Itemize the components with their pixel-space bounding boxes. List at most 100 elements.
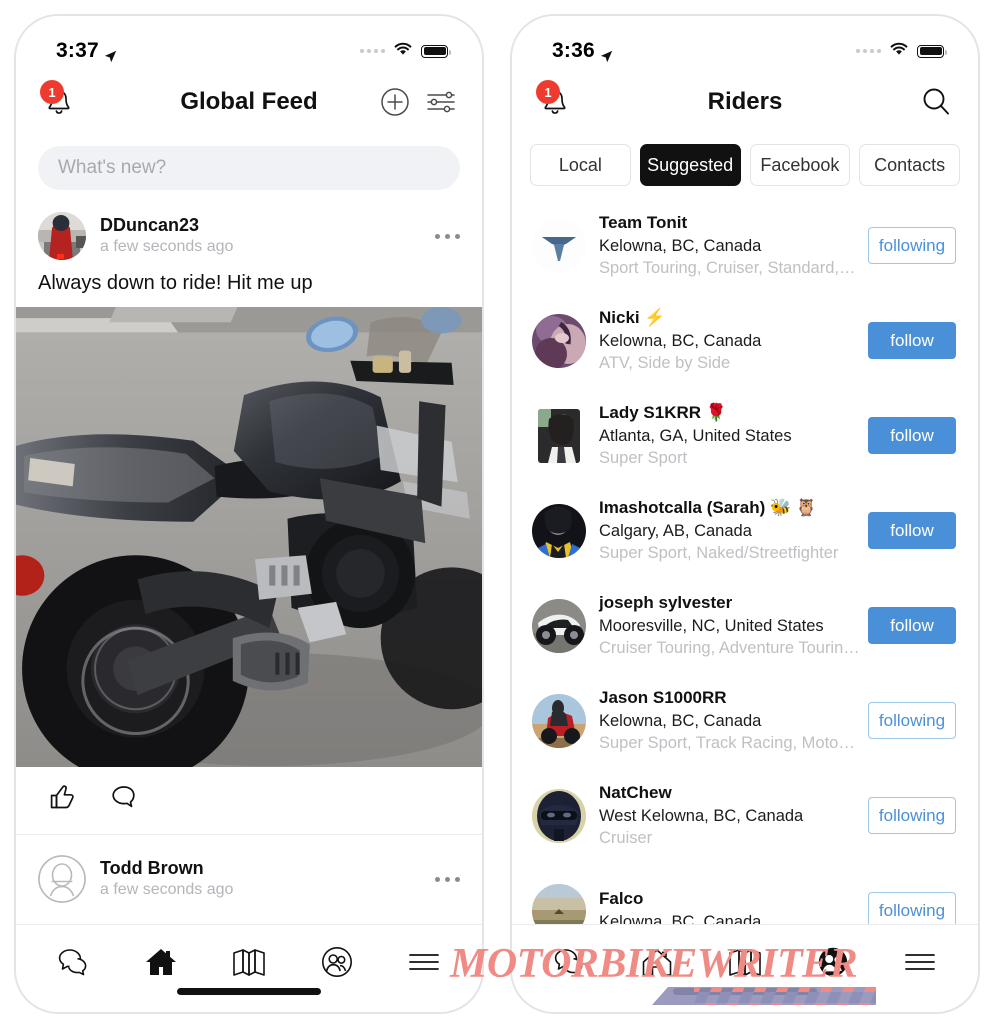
signal-dots-icon xyxy=(856,49,881,53)
rider-location: Kelowna, BC, Canada xyxy=(599,236,762,255)
notifications-button[interactable]: 1 xyxy=(40,80,76,120)
tab-messages[interactable] xyxy=(541,939,599,985)
follow-toggle-button[interactable]: follow xyxy=(868,512,956,549)
list-item[interactable]: joseph sylvester Mooresville, NC, United… xyxy=(512,578,978,673)
sliders-filter-icon[interactable] xyxy=(426,89,456,115)
follow-toggle-button[interactable]: follow xyxy=(868,607,956,644)
feed-post[interactable]: Todd Brown a few seconds ago xyxy=(16,835,482,935)
post-header: DDuncan23 a few seconds ago xyxy=(16,204,482,270)
status-bar-right: 3:36 xyxy=(512,16,978,72)
status-indicators-right xyxy=(856,41,947,61)
rider-location: Mooresville, NC, United States xyxy=(599,616,824,635)
rider-tags: Super Sport, Track Racing, Motocross… xyxy=(599,733,860,752)
rider-name: Falco xyxy=(599,888,644,908)
follow-toggle-button[interactable]: following xyxy=(868,702,956,739)
tab-local[interactable]: Local xyxy=(530,144,631,186)
tab-feed[interactable] xyxy=(132,939,190,985)
notification-bell-icon[interactable]: 1 xyxy=(40,80,76,120)
tab-messages[interactable] xyxy=(45,939,103,985)
home-indicator-right xyxy=(673,988,817,995)
follow-toggle-button[interactable]: follow xyxy=(868,322,956,359)
feed-post[interactable]: DDuncan23 a few seconds ago Always down … xyxy=(16,204,482,835)
tab-riders[interactable] xyxy=(804,939,862,985)
rider-info: joseph sylvester Mooresville, NC, United… xyxy=(599,592,860,659)
thumbs-up-icon[interactable] xyxy=(46,783,76,816)
battery-icon xyxy=(917,44,947,58)
post-author[interactable]: DDuncan23 xyxy=(100,214,233,237)
default-person-avatar[interactable] xyxy=(38,855,86,903)
page-title: Riders xyxy=(707,88,783,115)
rider-info: Lady S1KRR 🌹 Atlanta, GA, United States … xyxy=(599,402,860,469)
rider-location: West Kelowna, BC, Canada xyxy=(599,806,804,825)
notifications-button[interactable]: 1 xyxy=(536,80,572,120)
plus-circle-icon[interactable] xyxy=(380,87,410,117)
rider-tags: Super Sport xyxy=(599,448,688,467)
rider-info: Jason S1000RR Kelowna, BC, Canada Super … xyxy=(599,687,860,754)
follow-toggle-button[interactable]: following xyxy=(868,797,956,834)
rider-tags: Super Sport, Naked/Streetfighter xyxy=(599,543,839,562)
rider-photo-avatar[interactable] xyxy=(38,212,86,260)
more-options-icon[interactable] xyxy=(435,233,460,239)
rider-name: joseph sylvester xyxy=(599,592,733,612)
status-time-left: 3:37 xyxy=(56,39,117,63)
screenshot-canvas: 3:37 1 Global Feed What's new? DDuncan23… xyxy=(0,0,986,1035)
tab-suggested[interactable]: Suggested xyxy=(639,144,741,186)
riders-list: Team Tonit Kelowna, BC, Canada Sport Tou… xyxy=(512,198,978,958)
tab-map[interactable] xyxy=(716,939,774,985)
post-action-bar xyxy=(16,767,482,835)
list-item[interactable]: Lady S1KRR 🌹 Atlanta, GA, United States … xyxy=(512,388,978,483)
rider-name: Jason S1000RR xyxy=(599,687,727,707)
rider-name: NatChew xyxy=(599,782,672,802)
follow-toggle-button[interactable]: follow xyxy=(868,417,956,454)
rider-info: Nicki ⚡ Kelowna, BC, Canada ATV, Side by… xyxy=(599,307,860,374)
wifi-icon xyxy=(393,41,413,61)
team-tonit-logo-avatar[interactable] xyxy=(532,218,586,273)
motorcycle-photo[interactable] xyxy=(16,307,482,767)
location-arrow-icon xyxy=(600,45,613,62)
notification-bell-icon[interactable]: 1 xyxy=(536,80,572,120)
rider-name: Team Tonit xyxy=(599,212,688,232)
tab-riders[interactable] xyxy=(308,939,366,985)
follow-toggle-button[interactable]: following xyxy=(868,227,956,264)
left-phone-frame: 3:37 1 Global Feed What's new? DDuncan23… xyxy=(14,14,484,1014)
rider-name: Imashotcalla (Sarah) 🐝 🦉 xyxy=(599,497,818,517)
imashotcalla-photo-avatar[interactable] xyxy=(532,503,586,558)
rider-name: Lady S1KRR 🌹 xyxy=(599,402,727,422)
notification-badge: 1 xyxy=(536,80,560,104)
list-item[interactable]: Team Tonit Kelowna, BC, Canada Sport Tou… xyxy=(512,198,978,293)
status-bar-left: 3:37 xyxy=(16,16,482,72)
more-options-icon[interactable] xyxy=(435,876,460,882)
rider-tags: ATV, Side by Side xyxy=(599,353,731,372)
status-time-text-left: 3:37 xyxy=(56,39,99,62)
lady-s1krr-photo-avatar[interactable] xyxy=(538,408,580,463)
joseph-sylvester-bike-avatar[interactable] xyxy=(532,598,586,653)
right-phone-frame: 3:36 1 Riders Local Suggested Facebook C… xyxy=(510,14,980,1014)
tab-menu[interactable] xyxy=(891,939,949,985)
jason-s1000rr-bike-avatar[interactable] xyxy=(532,693,586,748)
post-author[interactable]: Todd Brown xyxy=(100,857,233,880)
tab-facebook[interactable]: Facebook xyxy=(749,144,851,186)
search-icon[interactable] xyxy=(920,86,952,118)
left-nav-actions xyxy=(380,87,456,117)
tab-menu[interactable] xyxy=(395,939,453,985)
comment-bubble-icon[interactable] xyxy=(110,783,138,816)
nicki-photo-avatar[interactable] xyxy=(532,313,586,368)
tab-contacts[interactable]: Contacts xyxy=(859,144,960,186)
notification-badge: 1 xyxy=(40,80,64,104)
location-arrow-icon xyxy=(104,45,117,62)
list-item[interactable]: Nicki ⚡ Kelowna, BC, Canada ATV, Side by… xyxy=(512,293,978,388)
tab-map[interactable] xyxy=(220,939,278,985)
tab-feed[interactable] xyxy=(628,939,686,985)
post-meta: Todd Brown a few seconds ago xyxy=(100,857,233,900)
rider-info: Team Tonit Kelowna, BC, Canada Sport Tou… xyxy=(599,212,860,279)
natchew-helmet-avatar[interactable] xyxy=(532,788,586,843)
list-item[interactable]: NatChew West Kelowna, BC, Canada Cruiser… xyxy=(512,768,978,863)
rider-location: Kelowna, BC, Canada xyxy=(599,331,762,350)
riders-filter-tabs: Local Suggested Facebook Contacts xyxy=(512,132,978,198)
right-nav-actions xyxy=(920,86,952,118)
list-item[interactable]: Jason S1000RR Kelowna, BC, Canada Super … xyxy=(512,673,978,768)
post-composer-input[interactable]: What's new? xyxy=(38,146,460,190)
list-item[interactable]: Imashotcalla (Sarah) 🐝 🦉 Calgary, AB, Ca… xyxy=(512,483,978,578)
signal-dots-icon xyxy=(360,49,385,53)
battery-icon xyxy=(421,44,451,58)
